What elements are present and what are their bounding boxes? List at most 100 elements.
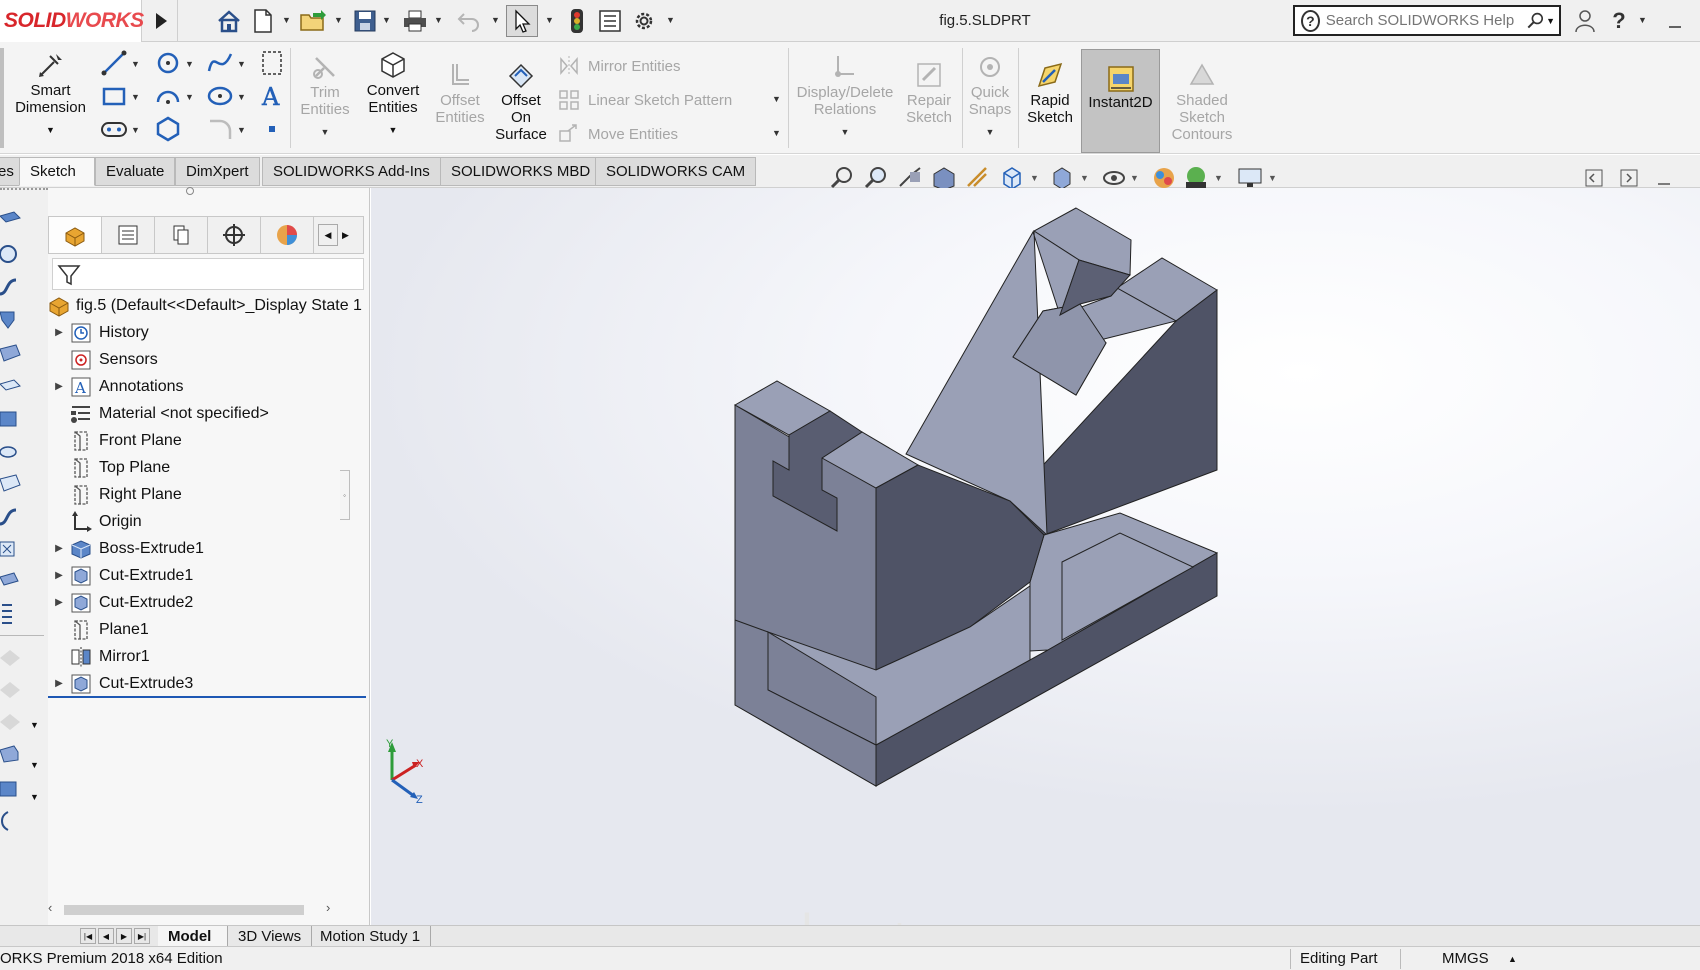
tree-item-right-plane[interactable]: Right Plane xyxy=(48,481,182,508)
tree-item-cut-extrude3[interactable]: ▶ Cut-Extrude3 xyxy=(48,670,193,697)
help-dropdown-icon[interactable]: ▼ xyxy=(1638,15,1648,25)
hide-show-dropdown-icon[interactable]: ▼ xyxy=(1130,173,1139,183)
help-search-input[interactable] xyxy=(1325,12,1525,29)
tab-solidworks-mbd[interactable]: SOLIDWORKS MBD xyxy=(440,157,602,186)
scroll-right-icon[interactable]: › xyxy=(326,900,330,915)
tab-model[interactable]: Model xyxy=(158,926,228,946)
print-icon[interactable] xyxy=(400,6,430,36)
circle-dropdown-icon[interactable]: ▼ xyxy=(185,59,194,69)
tree-item-cut-extrude2[interactable]: ▶ Cut-Extrude2 xyxy=(48,589,193,616)
menu-expand-arrow-icon[interactable] xyxy=(146,6,176,36)
tabs-scroll-right-icon[interactable]: ▶ xyxy=(342,230,349,241)
ellipse-dropdown-icon[interactable]: ▼ xyxy=(237,92,246,102)
expand-arrow-icon[interactable]: ▶ xyxy=(48,543,70,554)
search-icon[interactable] xyxy=(1525,8,1546,34)
polygon-tool-icon[interactable] xyxy=(154,115,182,143)
convert-dropdown-icon[interactable]: ▼ xyxy=(389,122,398,139)
trim-dropdown-icon[interactable]: ▼ xyxy=(321,124,330,141)
mirror-entities-button[interactable]: Mirror Entities xyxy=(558,55,681,77)
tree-item-material-not-specified[interactable]: Material <not specified> xyxy=(48,400,269,427)
arc-tool-icon[interactable] xyxy=(154,82,182,110)
lofted-boss-icon[interactable] xyxy=(0,308,22,330)
tree-root-part[interactable]: fig.5 (Default<<Default>_Display State 1 xyxy=(48,292,362,319)
solidworks-logo[interactable]: SOLIDWORKS xyxy=(0,0,144,42)
help-icon[interactable]: ? xyxy=(1604,6,1634,36)
pattern-dropdown-icon[interactable]: ▼ xyxy=(772,94,781,104)
tree-item-cut-extrude1[interactable]: ▶ Cut-Extrude1 xyxy=(48,562,193,589)
move-dropdown-icon[interactable]: ▼ xyxy=(772,128,781,138)
text-tool-icon[interactable]: A xyxy=(258,82,286,110)
boundary-boss-icon[interactable] xyxy=(0,343,22,365)
configuration-manager-tab[interactable] xyxy=(155,217,208,253)
home-icon[interactable] xyxy=(214,6,244,36)
view-orientation-dropdown-icon[interactable]: ▼ xyxy=(1030,173,1039,183)
wrap-dropdown-icon[interactable]: ▼ xyxy=(30,720,39,730)
display-delete-relations-button[interactable]: Display/Delete Relations ▼ xyxy=(792,52,898,141)
centerline-tool-icon[interactable] xyxy=(258,49,286,77)
extruded-boss-icon[interactable] xyxy=(0,208,22,230)
fillet-tool-icon[interactable] xyxy=(206,115,234,143)
relations-dropdown-icon[interactable]: ▼ xyxy=(841,124,850,141)
prev-tab-icon[interactable]: ◀ xyxy=(98,928,114,944)
search-dropdown-icon[interactable]: ▼ xyxy=(1546,16,1555,26)
tab-solidworks-add-ins[interactable]: SOLIDWORKS Add-Ins xyxy=(262,157,441,186)
tree-item-history[interactable]: ▶ History xyxy=(48,319,149,346)
options-gear-icon[interactable] xyxy=(629,6,659,36)
revolved-cut-icon[interactable] xyxy=(0,441,22,463)
quick-snaps-button[interactable]: Quick Snaps ▼ xyxy=(964,52,1016,141)
print-dropdown-icon[interactable]: ▼ xyxy=(434,15,444,25)
tab-sketch[interactable]: Sketch xyxy=(19,157,95,186)
move-entities-button[interactable]: Move Entities xyxy=(558,123,678,145)
new-dropdown-icon[interactable]: ▼ xyxy=(282,15,292,25)
reference-geometry-icon[interactable] xyxy=(0,778,22,800)
fillet-feature-icon[interactable] xyxy=(0,571,22,593)
convert-entities-button[interactable]: Convert Entities ▼ xyxy=(358,50,428,139)
trim-entities-button[interactable]: Trim Entities ▼ xyxy=(295,52,355,141)
select-dropdown-icon[interactable]: ▼ xyxy=(545,15,555,25)
panel-grip-icon[interactable] xyxy=(186,187,194,195)
new-document-icon[interactable] xyxy=(248,6,278,36)
quick-snaps-dropdown-icon[interactable]: ▼ xyxy=(986,124,995,141)
display-style-dropdown-icon[interactable]: ▼ xyxy=(1080,173,1089,183)
slot-dropdown-icon[interactable]: ▼ xyxy=(131,125,140,135)
circle-tool-icon[interactable] xyxy=(154,49,182,77)
offset-on-surface-button[interactable]: Offset On Surface xyxy=(490,60,552,143)
graphics-area[interactable]: Y X Z xyxy=(371,188,1700,925)
rapid-sketch-button[interactable]: Rapid Sketch xyxy=(1020,60,1080,126)
smart-dimension-dropdown-icon[interactable]: ▼ xyxy=(46,122,55,139)
user-account-icon[interactable] xyxy=(1570,6,1600,36)
shell-icon[interactable] xyxy=(0,710,22,732)
smart-dimension-button[interactable]: Smart Dimension ▼ xyxy=(8,50,93,139)
open-dropdown-icon[interactable]: ▼ xyxy=(334,15,344,25)
help-search-box[interactable]: ? ▼ xyxy=(1293,5,1561,36)
dimxpert-manager-tab[interactable] xyxy=(208,217,261,253)
lofted-cut-icon[interactable] xyxy=(0,506,22,528)
undo-icon[interactable] xyxy=(454,6,484,36)
tree-item-top-plane[interactable]: Top Plane xyxy=(48,454,170,481)
expand-arrow-icon[interactable]: ▶ xyxy=(48,570,70,581)
feature-manager-tree-tab[interactable] xyxy=(49,217,102,253)
expand-arrow-icon[interactable]: ▶ xyxy=(48,381,70,392)
rectangle-dropdown-icon[interactable]: ▼ xyxy=(131,92,140,102)
repair-sketch-button[interactable]: Repair Sketch xyxy=(898,60,960,126)
file-properties-icon[interactable] xyxy=(595,6,625,36)
point-tool-icon[interactable] xyxy=(258,115,286,143)
first-tab-icon[interactable]: |◀ xyxy=(80,928,96,944)
rollback-bar[interactable] xyxy=(48,696,366,698)
swept-cut-icon[interactable] xyxy=(0,473,22,495)
next-tab-icon[interactable]: ▶ xyxy=(116,928,132,944)
fillet-dropdown-icon[interactable]: ▼ xyxy=(237,125,246,135)
open-icon[interactable] xyxy=(298,6,328,36)
tree-item-front-plane[interactable]: Front Plane xyxy=(48,427,182,454)
rebuild-icon[interactable] xyxy=(562,6,592,36)
undo-dropdown-icon[interactable]: ▼ xyxy=(491,15,501,25)
units-menu-icon[interactable]: ▲ xyxy=(1508,954,1517,964)
shaded-sketch-contours-button[interactable]: Shaded Sketch Contours xyxy=(1162,60,1242,143)
tab-solidworks-cam[interactable]: SOLIDWORKS CAM xyxy=(595,157,757,186)
rectangle-tool-icon[interactable] xyxy=(100,82,128,110)
options-dropdown-icon[interactable]: ▼ xyxy=(666,15,676,25)
rib-icon[interactable] xyxy=(0,646,22,668)
feature-tree-scrollbar[interactable]: ‹ › xyxy=(48,898,366,920)
tree-item-annotations[interactable]: ▶ A Annotations xyxy=(48,373,184,400)
instant2d-button[interactable]: Instant2D xyxy=(1081,49,1160,153)
